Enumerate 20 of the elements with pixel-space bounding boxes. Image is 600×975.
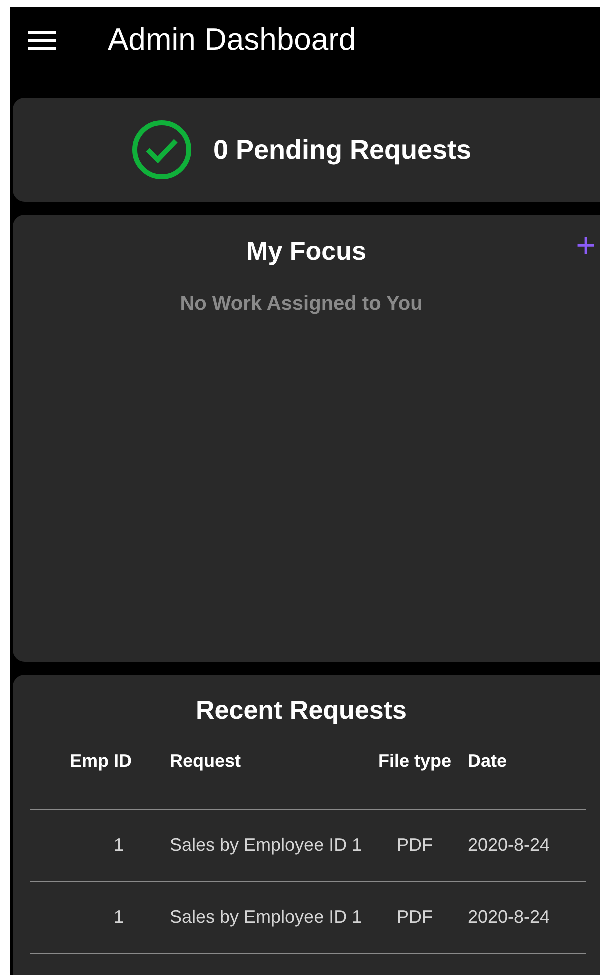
column-header: Request xyxy=(170,750,242,773)
menu-icon[interactable] xyxy=(28,30,56,50)
pending-count: 0 Pending Requests xyxy=(213,134,472,167)
table-cell-text: 1 xyxy=(113,834,126,857)
empty-message: No Work Assigned to You xyxy=(180,292,424,317)
table-cell-text: 1 xyxy=(113,906,126,929)
focus-title: My Focus xyxy=(246,235,366,268)
column-header: Emp ID xyxy=(69,750,134,773)
add-button[interactable]: + xyxy=(576,229,596,263)
recent-title: Recent Requests xyxy=(196,694,408,727)
column-header: File type xyxy=(377,750,453,773)
column-header: Date xyxy=(467,750,508,773)
table-cell-text: PDF xyxy=(396,906,434,929)
table-cell-text: 2020-8-24 xyxy=(467,906,552,929)
table-cell-text: 2020-8-24 xyxy=(467,834,552,857)
table-cell-text: Sales by Employee ID 1 xyxy=(170,906,364,929)
check-circle-icon xyxy=(131,119,194,181)
table-cell-text: Sales by Employee ID 1 xyxy=(170,834,364,857)
app-title: Admin Dashboard xyxy=(108,20,356,59)
table-cell-text: PDF xyxy=(396,834,434,857)
